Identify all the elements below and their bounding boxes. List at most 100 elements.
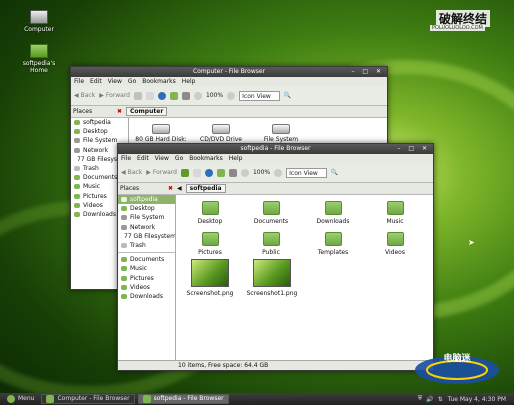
sidebar-item-label: Desktop — [130, 205, 155, 213]
places-select[interactable]: Places — [120, 185, 164, 192]
menubar: File Edit View Go Bookmarks Help — [118, 154, 433, 163]
view-select[interactable]: Icon View — [286, 167, 327, 178]
menu-view[interactable]: View — [155, 154, 169, 163]
sidebar-item-videos[interactable]: Videos — [118, 283, 175, 292]
window-titlebar[interactable]: softpedia - File Browser – □ ✕ — [118, 144, 433, 154]
menu-go[interactable]: Go — [128, 77, 136, 86]
menu-logo-icon — [7, 395, 15, 403]
menu-edit[interactable]: Edit — [90, 77, 102, 86]
sidebar-item-network[interactable]: Network — [118, 223, 175, 232]
sidebar-item-softpedia[interactable]: softpedia — [118, 195, 175, 205]
sidebar-item-filesystem[interactable]: File System — [118, 213, 175, 222]
sidebar-item-desktop[interactable]: Desktop — [118, 204, 175, 213]
image-item[interactable]: Screenshot1.png — [244, 259, 300, 297]
network-icon[interactable]: ⇅ — [438, 396, 443, 403]
folder-icon — [324, 232, 342, 246]
menu-help[interactable]: Help — [229, 154, 243, 163]
sidebar: softpedia Desktop File System Network 77… — [118, 195, 176, 360]
image-item[interactable]: Screenshot.png — [184, 259, 236, 297]
breadcrumb-computer[interactable]: Computer — [126, 107, 168, 116]
window-controls[interactable]: – □ ✕ — [351, 67, 384, 77]
menu-button[interactable]: Menu — [3, 394, 38, 404]
menu-edit[interactable]: Edit — [137, 154, 149, 163]
taskbar-item-computer[interactable]: Computer - File Browser — [41, 394, 135, 404]
window-titlebar[interactable]: Computer - File Browser – □ ✕ — [71, 67, 387, 77]
zoom-out-icon[interactable] — [240, 168, 249, 177]
sidebar-item-77gb[interactable]: 77 GB Filesystem — [118, 232, 175, 241]
folder-item[interactable]: Music — [371, 201, 419, 225]
mouse-cursor-icon: ➤ — [468, 238, 475, 247]
search-icon[interactable]: 🔍 — [284, 92, 291, 99]
sidebar-item-label: Desktop — [83, 128, 108, 136]
up-icon[interactable] — [133, 91, 142, 100]
folder-item[interactable]: Documents — [247, 201, 295, 225]
desktop-icon-computer[interactable]: Computer — [22, 10, 56, 33]
volume-icon[interactable]: 🔊 — [426, 396, 433, 403]
folder-item[interactable]: Downloads — [309, 201, 357, 225]
menu-file[interactable]: File — [121, 154, 131, 163]
menu-file[interactable]: File — [74, 77, 84, 86]
menu-bookmarks[interactable]: Bookmarks — [189, 154, 223, 163]
softpedia-window[interactable]: softpedia - File Browser – □ ✕ File Edit… — [117, 143, 434, 371]
forward-button[interactable]: ▶ Forward — [99, 92, 130, 99]
folder-icon — [74, 175, 80, 181]
reload-icon[interactable] — [204, 168, 213, 177]
menu-bookmarks[interactable]: Bookmarks — [142, 77, 176, 86]
menu-help[interactable]: Help — [182, 77, 196, 86]
item-label: Screenshot.png — [186, 290, 234, 297]
back-label: Back — [80, 92, 96, 99]
search-icon[interactable]: 🔍 — [331, 169, 338, 176]
home-icon[interactable] — [216, 168, 225, 177]
sidebar-item-desktop[interactable]: Desktop — [71, 127, 128, 136]
sidebar-item-label: Network — [83, 146, 109, 154]
sidebar-item-downloads[interactable]: Downloads — [118, 292, 175, 301]
sidebar-item-music[interactable]: Music — [118, 264, 175, 273]
desktop-icon-home[interactable]: softpedia's Home — [18, 44, 60, 74]
home-icon[interactable] — [169, 91, 178, 100]
back-button[interactable]: ◀ Back — [74, 92, 95, 99]
computer-icon[interactable] — [181, 91, 190, 100]
back-button[interactable]: ◀ Back — [121, 169, 142, 176]
view-select[interactable]: Icon View — [239, 90, 280, 101]
folder-item[interactable]: Templates — [309, 232, 357, 256]
computer-icon[interactable] — [228, 168, 237, 177]
stop-icon[interactable] — [192, 168, 201, 177]
folder-icon — [46, 395, 55, 403]
close-sidebar-icon[interactable]: ✖ — [168, 185, 173, 192]
shield-icon[interactable]: ⛨ — [418, 395, 423, 403]
folder-item[interactable]: Desktop — [186, 201, 234, 225]
folder-item[interactable]: Videos — [371, 232, 419, 256]
stop-icon[interactable] — [145, 91, 154, 100]
reload-icon[interactable] — [157, 91, 166, 100]
sidebar-item-softpedia[interactable]: softpedia — [71, 118, 128, 127]
folder-item[interactable]: Pictures — [186, 232, 234, 256]
sidebar-item-pictures[interactable]: Pictures — [118, 274, 175, 283]
breadcrumb-softpedia[interactable]: softpedia — [185, 184, 226, 193]
window-controls[interactable]: – □ ✕ — [397, 144, 430, 154]
sidebar-item-trash[interactable]: Trash — [118, 241, 175, 250]
sidebar-item-documents[interactable]: Documents — [118, 255, 175, 264]
folder-icon — [324, 201, 342, 215]
clock[interactable]: Tue May 4, 4:30 PM — [448, 396, 506, 403]
status-bar: 10 items, Free space: 64.4 GB — [118, 360, 433, 370]
folder-icon — [74, 193, 80, 199]
zoom-in-icon[interactable] — [227, 91, 236, 100]
forward-button[interactable]: ▶ Forward — [146, 169, 177, 176]
close-sidebar-icon[interactable]: ✖ — [117, 108, 122, 115]
monitor-icon — [30, 10, 48, 24]
folder-item[interactable]: Public — [247, 232, 295, 256]
menu-view[interactable]: View — [108, 77, 122, 86]
drive-item[interactable]: File System — [255, 124, 307, 143]
home-folder-icon — [74, 120, 80, 126]
zoom-out-icon[interactable] — [193, 91, 202, 100]
places-select[interactable]: Places — [73, 108, 113, 115]
item-label: Downloads — [316, 218, 350, 225]
sidebar-item-label: Downloads — [130, 292, 163, 300]
folder-icon — [201, 232, 219, 246]
breadcrumb-left-arrow-icon[interactable]: ◀ — [177, 185, 182, 192]
taskbar-item-softpedia[interactable]: softpedia - File Browser — [137, 394, 229, 404]
up-icon[interactable] — [180, 168, 189, 177]
zoom-in-icon[interactable] — [274, 168, 283, 177]
drive-item[interactable]: CD/DVD Drive — [195, 124, 247, 143]
menu-go[interactable]: Go — [175, 154, 183, 163]
